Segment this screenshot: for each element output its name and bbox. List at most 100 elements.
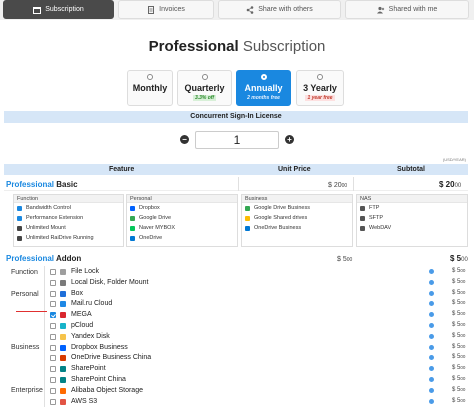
addon-name: SharePoint: [71, 365, 106, 373]
tab-share-with-others-label: Share with others: [258, 6, 313, 13]
addon-item[interactable]: Local Disk, Folder Mount $ 500: [50, 278, 468, 289]
info-icon[interactable]: [429, 312, 434, 318]
addon-item[interactable]: SharePoint $ 500: [50, 364, 468, 375]
info-icon[interactable]: [429, 279, 434, 285]
plan-annually[interactable]: Annually 2 months free: [236, 70, 291, 106]
info-icon[interactable]: [429, 269, 434, 274]
tab-shared-with-me-label: Shared with me: [388, 6, 438, 13]
addon-price-suffix: 00: [460, 332, 466, 338]
addon-checkbox[interactable]: [50, 279, 56, 286]
addon-price-suffix: 00: [460, 365, 466, 371]
plan-annually-radio[interactable]: [260, 74, 267, 80]
addon-name: Local Disk, Folder Mount: [71, 278, 149, 286]
addon-checkbox[interactable]: [50, 269, 56, 275]
addon-item[interactable]: AWS S3 $ 500: [50, 397, 468, 407]
plan-annually-badge: 2 months free: [247, 95, 280, 101]
increment-button[interactable]: +: [285, 135, 294, 144]
basic-unit-price: $ 2000: [328, 182, 347, 189]
tab-invoices-label: Invoices: [159, 6, 185, 13]
service-icon: [60, 377, 66, 383]
plan-quarterly-radio[interactable]: [201, 74, 208, 80]
plan-3-yearly[interactable]: 3 Yearly 1 year free: [296, 70, 344, 106]
addon-item[interactable]: pCloud $ 500: [50, 321, 468, 332]
tab-invoices[interactable]: Invoices: [118, 0, 214, 19]
plan-monthly-radio[interactable]: [147, 74, 153, 80]
addon-checkbox[interactable]: [50, 398, 56, 405]
divider: [238, 177, 239, 191]
feature-item: Unlimited Mount: [14, 223, 123, 233]
feature-label: Dropbox: [139, 205, 160, 211]
feature-item: Google Shared drives: [242, 213, 352, 223]
addon-checkbox[interactable]: [50, 312, 56, 319]
running-icon: [17, 235, 22, 241]
addon-item[interactable]: SharePoint China $ 500: [50, 375, 468, 386]
plan-quarterly[interactable]: Quarterly 3.3% off: [177, 70, 232, 106]
info-icon[interactable]: [429, 323, 434, 328]
plan-monthly-name: Monthly: [132, 83, 168, 93]
addon-item[interactable]: Alibaba Object Storage $ 500: [50, 386, 468, 397]
addon-checkbox[interactable]: [50, 333, 56, 340]
info-icon[interactable]: [429, 366, 434, 372]
addon-checkbox[interactable]: [50, 290, 56, 297]
addon-checkbox[interactable]: [50, 301, 56, 308]
feature-item: Dropbox: [127, 203, 237, 213]
info-icon[interactable]: [429, 290, 434, 296]
addon-price-suffix: 00: [460, 343, 466, 349]
addon-item[interactable]: OneDrive Business China $ 500: [50, 353, 468, 364]
document-icon: [147, 5, 155, 14]
group-title: NAS: [357, 195, 467, 203]
feature-label: Unlimited Mount: [26, 225, 66, 231]
tab-share-with-others[interactable]: Share with others: [218, 0, 341, 19]
info-icon[interactable]: [429, 387, 434, 393]
feature-label: Bandwidth Control: [26, 205, 71, 211]
addon-item[interactable]: Mail.ru Cloud $ 500: [50, 299, 468, 310]
plan-3-yearly-radio[interactable]: [317, 74, 323, 80]
feature-label: OneDrive: [139, 235, 163, 241]
info-icon[interactable]: [429, 344, 434, 350]
calendar-icon: [33, 6, 42, 14]
basic-subtotal-value: $ 20: [439, 180, 455, 189]
addon-item[interactable]: MEGA $ 500: [50, 310, 468, 321]
addon-item[interactable]: Yandex Disk $ 500: [50, 332, 468, 343]
addon-checkbox[interactable]: [50, 366, 56, 373]
addon-item[interactable]: File Lock $ 500: [50, 267, 468, 278]
onedrive-icon: [130, 235, 135, 241]
info-icon[interactable]: [429, 333, 434, 339]
addon-checkbox[interactable]: [50, 355, 56, 362]
addon-item[interactable]: Dropbox Business $ 500: [50, 343, 468, 354]
basic-title: Professional Basic: [6, 180, 78, 189]
addon-checkbox[interactable]: [50, 323, 56, 329]
signin-license-header: Concurrent Sign-In License: [4, 111, 468, 123]
addon-name: MEGA: [71, 311, 92, 319]
service-icon: [60, 323, 66, 329]
service-icon: [60, 366, 66, 373]
info-icon[interactable]: [429, 355, 434, 361]
info-icon[interactable]: [429, 377, 434, 382]
webdav-icon: [360, 225, 365, 231]
addon-name: Box: [71, 289, 84, 297]
tab-bar: Subscription Invoices Share with others …: [0, 0, 474, 20]
addon-price: $ 500: [452, 311, 465, 317]
addon-price-suffix: 00: [460, 386, 466, 392]
plan-monthly[interactable]: Monthly: [127, 70, 173, 106]
addon-name: Dropbox Business: [71, 343, 128, 351]
quantity-input[interactable]: 1: [195, 131, 279, 149]
addon-price-suffix: 00: [346, 257, 353, 263]
decrement-button[interactable]: −: [180, 135, 189, 144]
feature-item: SFTP: [357, 213, 467, 223]
feature-item: Unlimited RaiDrive Running: [14, 233, 123, 243]
feature-item: FTP: [357, 203, 467, 213]
addon-checkbox[interactable]: [50, 377, 56, 383]
tab-subscription[interactable]: Subscription: [3, 0, 114, 19]
addon-checkbox[interactable]: [50, 387, 56, 394]
info-icon[interactable]: [429, 301, 434, 307]
feature-item: Bandwidth Control: [14, 203, 123, 213]
tab-shared-with-me[interactable]: Shared with me: [345, 0, 469, 19]
feature-item: Naver MYBOX: [127, 223, 237, 233]
addon-item[interactable]: Box $ 500: [50, 289, 468, 300]
info-icon[interactable]: [429, 398, 434, 404]
selection-marker: [16, 311, 47, 312]
addon-price: $ 500: [452, 268, 465, 274]
feature-item: Google Drive Business: [242, 203, 352, 213]
addon-checkbox[interactable]: [50, 344, 56, 351]
